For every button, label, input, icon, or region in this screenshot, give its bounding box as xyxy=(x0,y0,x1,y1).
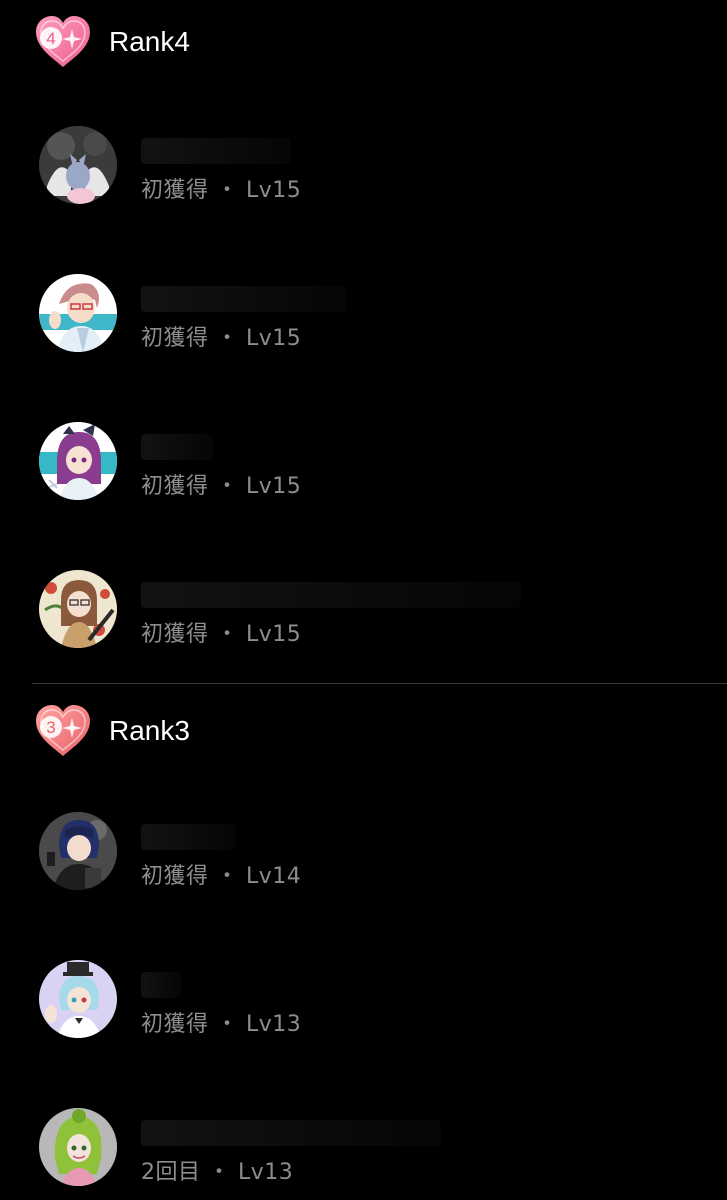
acquisition-status: 2回目 xyxy=(141,1160,201,1185)
heart-rank-badge-icon: 3 xyxy=(36,705,90,756)
member-meta: 初獲得 ・ Lv14 xyxy=(141,858,301,890)
member-level: Lv14 xyxy=(246,864,302,889)
member-name-obscured xyxy=(141,1120,441,1146)
rank3-header: 3 Rank3 xyxy=(34,703,190,759)
member-name-obscured xyxy=(141,972,181,998)
separator: ・ xyxy=(216,622,239,647)
member-level: Lv13 xyxy=(238,1160,294,1185)
avatar[interactable] xyxy=(39,1108,117,1186)
member-name-obscured xyxy=(141,138,291,164)
member-meta: 2回目 ・ Lv13 xyxy=(141,1154,293,1186)
rank3-title: Rank3 xyxy=(109,715,190,746)
acquisition-status: 初獲得 xyxy=(141,622,209,647)
member-row[interactable]: 初獲得 ・ Lv15 xyxy=(39,274,719,354)
acquisition-status: 初獲得 xyxy=(141,474,209,499)
separator: ・ xyxy=(216,474,239,499)
avatar[interactable] xyxy=(39,570,117,648)
member-meta: 初獲得 ・ Lv15 xyxy=(141,616,301,648)
separator: ・ xyxy=(208,1160,231,1185)
rank4-badge-number: 4 xyxy=(46,29,55,48)
avatar[interactable] xyxy=(39,274,117,352)
member-row[interactable]: 初獲得 ・ Lv13 xyxy=(39,960,719,1040)
member-row[interactable]: 初獲得 ・ Lv15 xyxy=(39,422,719,502)
member-level: Lv15 xyxy=(246,474,302,499)
separator: ・ xyxy=(216,1012,239,1037)
member-row[interactable]: 2回目 ・ Lv13 xyxy=(39,1108,719,1188)
avatar[interactable] xyxy=(39,422,117,500)
rank4-title: Rank4 xyxy=(109,26,190,57)
member-row[interactable]: 初獲得 ・ Lv14 xyxy=(39,812,719,892)
avatar[interactable] xyxy=(39,126,117,204)
member-level: Lv13 xyxy=(246,1012,302,1037)
member-row[interactable]: 初獲得 ・ Lv15 xyxy=(39,570,719,650)
member-meta: 初獲得 ・ Lv15 xyxy=(141,320,301,352)
acquisition-status: 初獲得 xyxy=(141,864,209,889)
member-meta: 初獲得 ・ Lv15 xyxy=(141,468,301,500)
acquisition-status: 初獲得 xyxy=(141,178,209,203)
member-name-obscured xyxy=(141,582,521,608)
acquisition-status: 初獲得 xyxy=(141,326,209,351)
acquisition-status: 初獲得 xyxy=(141,1012,209,1037)
member-level: Lv15 xyxy=(246,178,302,203)
member-level: Lv15 xyxy=(246,622,302,647)
separator: ・ xyxy=(216,178,239,203)
separator: ・ xyxy=(216,326,239,351)
member-name-obscured xyxy=(141,824,236,850)
separator: ・ xyxy=(216,864,239,889)
member-row[interactable]: 初獲得 ・ Lv15 xyxy=(39,126,719,206)
member-name-obscured xyxy=(141,434,213,460)
avatar[interactable] xyxy=(39,812,117,890)
heart-rank-badge-icon: 4 xyxy=(36,16,90,67)
member-meta: 初獲得 ・ Lv15 xyxy=(141,172,301,204)
avatar[interactable] xyxy=(39,960,117,1038)
member-name-obscured xyxy=(141,286,346,312)
section-divider xyxy=(32,683,727,684)
rank3-badge-number: 3 xyxy=(46,718,55,737)
member-level: Lv15 xyxy=(246,326,302,351)
rank4-header: 4 Rank4 xyxy=(34,14,190,70)
member-meta: 初獲得 ・ Lv13 xyxy=(141,1006,301,1038)
